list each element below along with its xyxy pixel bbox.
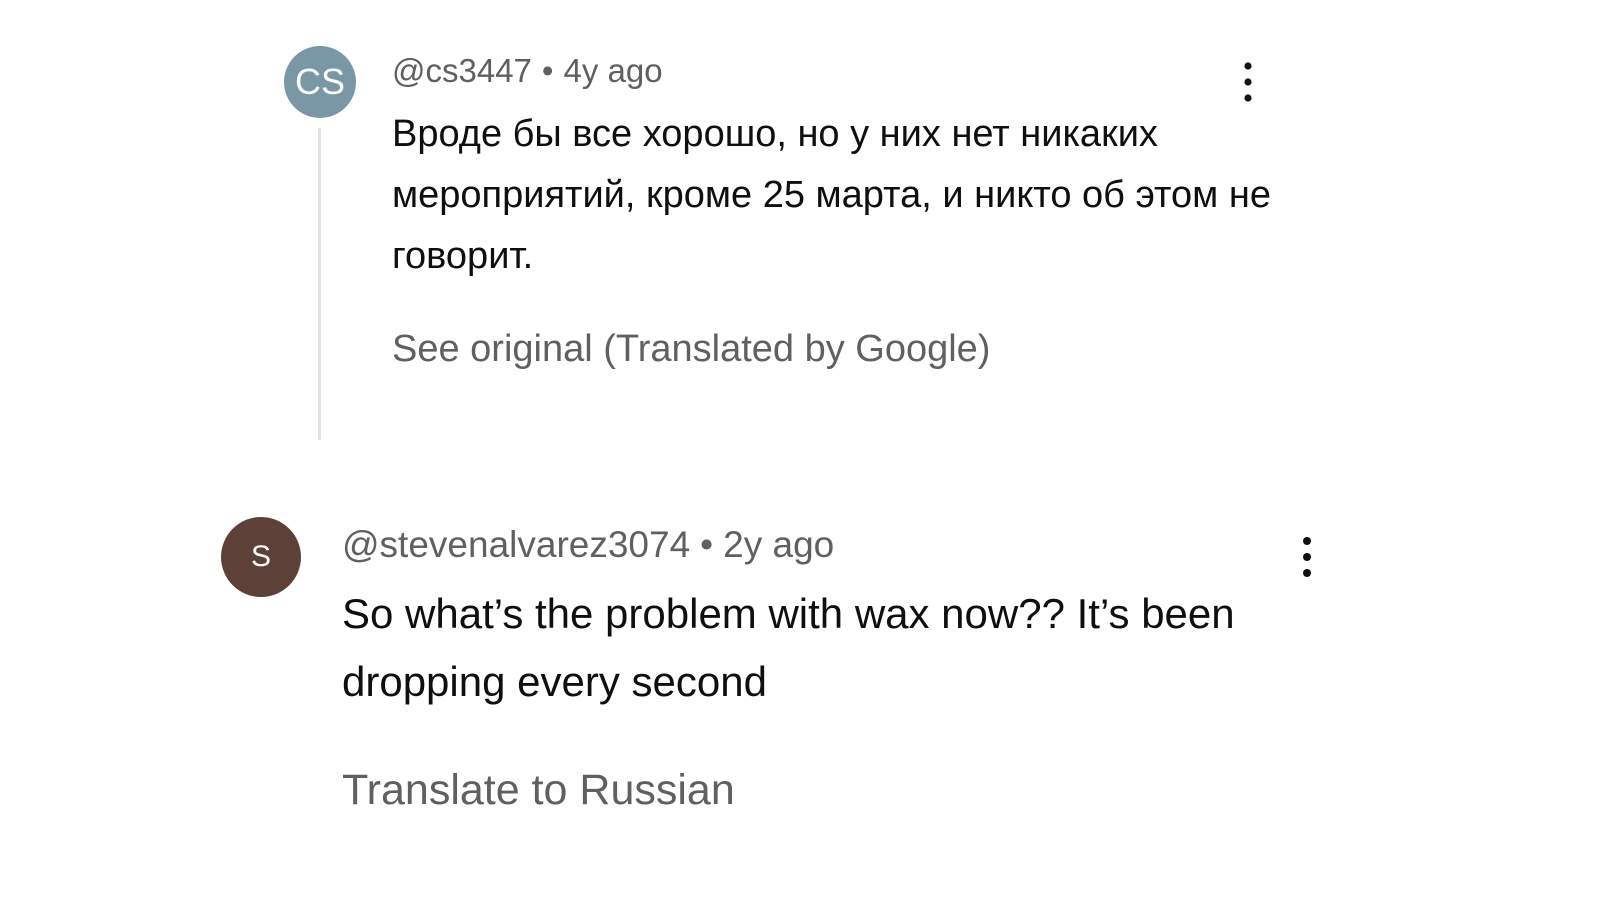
comment-meta: @cs3447 • 4y ago [392,52,663,90]
comment-menu-button[interactable] [1287,529,1327,585]
comment-text: Вроде бы все хорошо, но у них нет никаки… [392,113,1271,277]
more-vertical-icon [1244,62,1252,102]
comment-menu-button[interactable] [1228,54,1268,110]
comment-timestamp[interactable]: 2y ago [723,524,834,565]
comment-timestamp[interactable]: 4y ago [563,52,662,89]
avatar-initials: CS [294,61,345,102]
comment-meta: @stevenalvarez3074 • 2y ago [342,524,834,566]
thread-line [318,128,321,440]
avatar[interactable]: S [221,517,301,597]
comment-text: So what’s the problem with wax now?? It’… [342,590,1235,705]
translate-link[interactable]: Translate to Russian [342,766,735,815]
comment-author-handle[interactable]: @cs3447 [392,52,532,89]
avatar[interactable]: CS [284,46,356,118]
more-vertical-icon [1303,537,1311,577]
see-original-link[interactable]: See original (Translated by Google) [392,328,990,371]
comment-author-handle[interactable]: @stevenalvarez3074 [342,524,690,565]
meta-separator: • [541,52,554,89]
meta-separator: • [700,524,714,565]
avatar-initials: S [250,540,271,573]
